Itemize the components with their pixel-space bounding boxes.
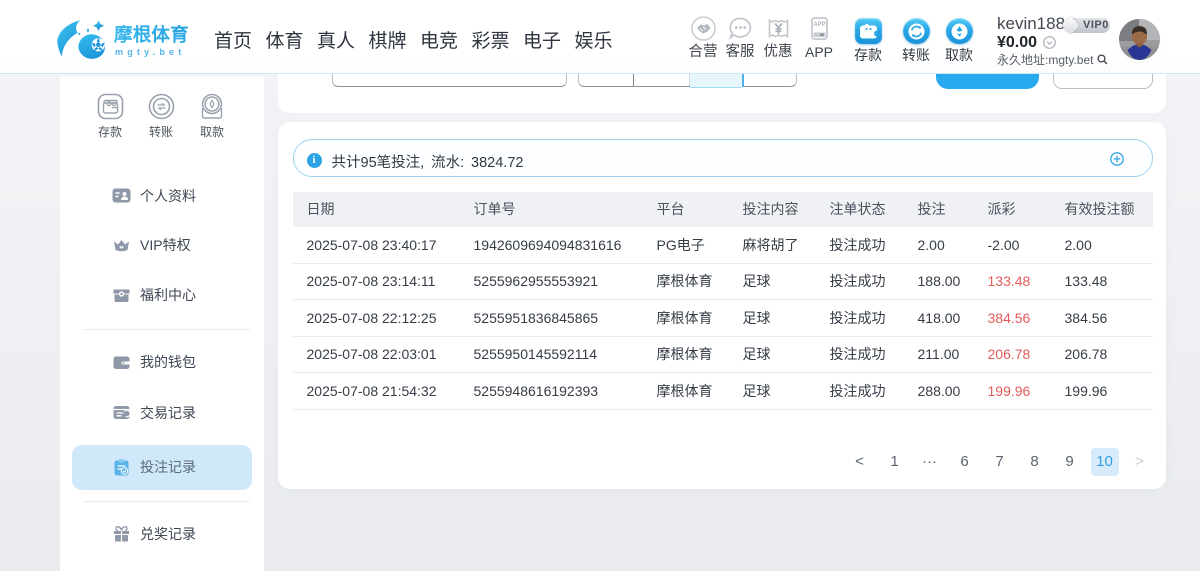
- svg-text:APP: APP: [813, 22, 825, 28]
